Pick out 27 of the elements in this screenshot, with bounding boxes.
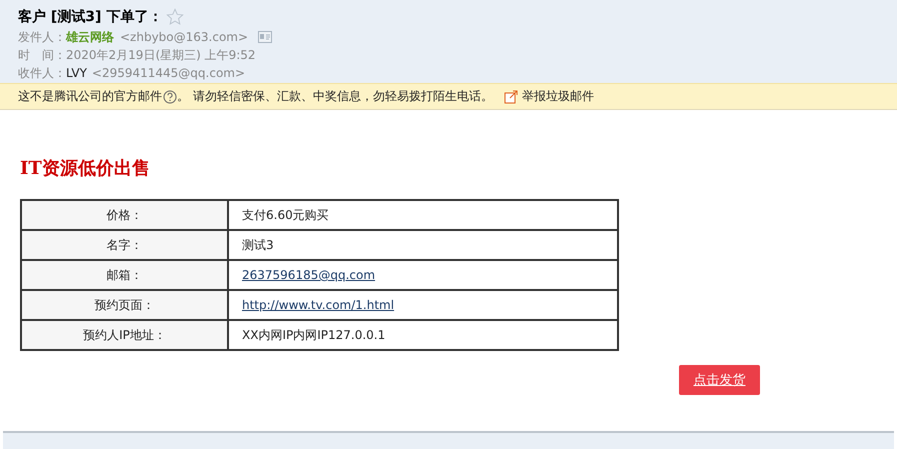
table-cell: 价格： (21, 200, 228, 230)
ship-button[interactable]: 点击发货 (679, 365, 760, 395)
warning-text: 这不是腾讯公司的官方邮件 (18, 88, 162, 105)
contact-name[interactable]: LVY (66, 66, 87, 80)
field-label: 发件人： (18, 28, 66, 46)
link[interactable]: http://www.tv.com/1.html (242, 298, 394, 312)
body-title: IT资源低价出售 (20, 157, 151, 180)
report-spam-link[interactable]: 举报垃圾邮件 (522, 88, 594, 105)
table-cell: 支付6.60元购买 (242, 208, 329, 222)
table-cell: 名字： (21, 230, 228, 260)
email-address: <zhbybo@163.com> (120, 30, 248, 44)
star-icon[interactable] (166, 8, 184, 26)
table-cell: 测试3 (242, 238, 274, 252)
table-cell: XX内网IP内网IP127.0.0.1 (242, 328, 386, 342)
report-icon[interactable] (504, 90, 518, 104)
field-label: 收件人： (18, 64, 66, 82)
mail-subject: 客户 [测试3] 下单了： (18, 8, 162, 26)
link[interactable]: 2637596185@qq.com (242, 268, 376, 282)
date-time: 2020年2月19日(星期三) 上午9:52 (66, 46, 256, 64)
help-icon[interactable] (163, 90, 177, 104)
table-cell: 预约人IP地址： (21, 320, 228, 350)
warning-text: 。 请勿轻信密保、汇款、中奖信息，勿轻易拨打陌生电话。 (177, 88, 493, 105)
email-address: <2959411445@qq.com> (92, 66, 246, 80)
table-cell: 预约页面： (21, 290, 228, 320)
table-cell: 邮箱： (21, 260, 228, 290)
contact-card-icon[interactable] (258, 31, 272, 43)
field-label: 时 间： (18, 46, 66, 64)
